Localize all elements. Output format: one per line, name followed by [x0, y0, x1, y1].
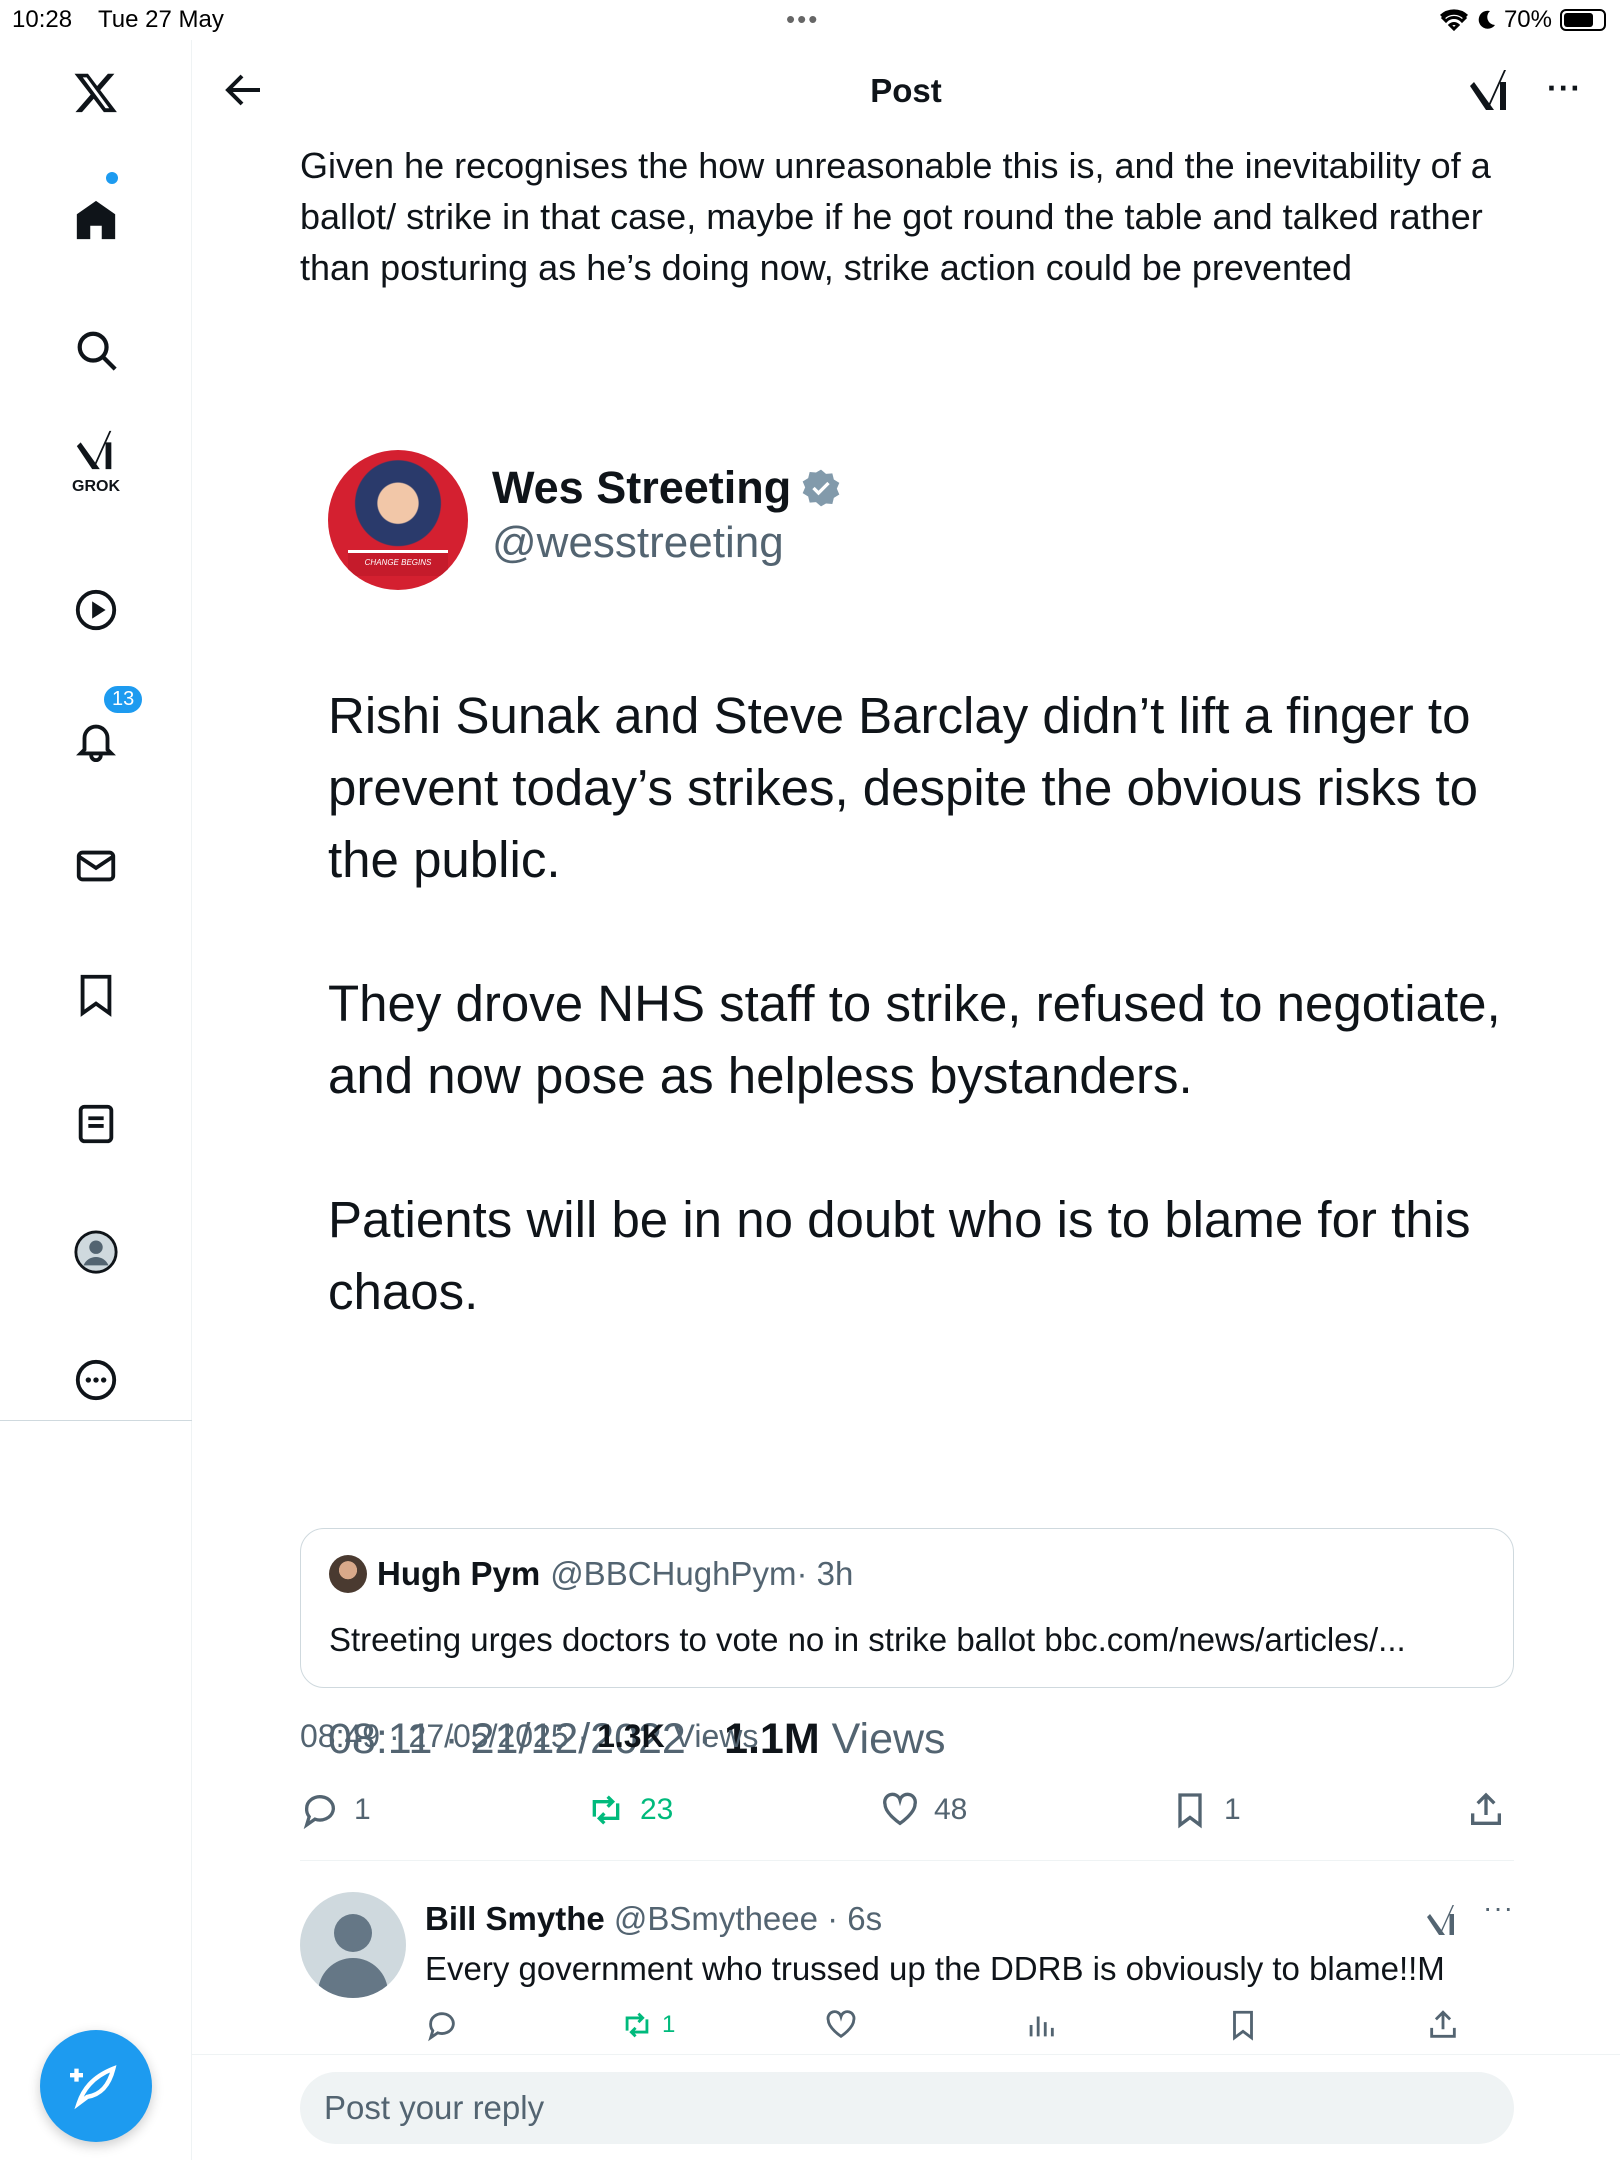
status-bar: 10:28 Tue 27 May ••• 70% [0, 0, 1620, 40]
reply-reply-button[interactable] [425, 2008, 459, 2042]
battery-percent: 70% [1503, 6, 1552, 33]
share-icon [1430, 2010, 1456, 2038]
podium-sign-text: CHANGE BEGINS [364, 558, 432, 567]
analytics-icon [1029, 2016, 1054, 2037]
embedded-avatar: CHANGE BEGINS [328, 450, 468, 590]
embedded-handle: @wesstreeting [492, 518, 784, 567]
composer-divider [192, 2054, 1620, 2055]
sidebar: GROK 13 [0, 40, 192, 2160]
lists-icon[interactable] [70, 1098, 122, 1150]
like-count: 48 [934, 1793, 968, 1826]
post-actions: 1 23 48 1 [300, 1790, 1514, 1850]
multitasking-dots-icon[interactable]: ••• [786, 4, 819, 35]
post-time: 08:49 · 27/05/2025 · [300, 1718, 598, 1754]
reply-input[interactable] [300, 2072, 1514, 2144]
bookmark-icon [1233, 2010, 1253, 2041]
embedded-paragraph: Patients will be in no doubt who is to b… [328, 1191, 1471, 1320]
reply-count: 1 [354, 1793, 371, 1826]
embedded-name-text: Wes Streeting [492, 462, 792, 513]
battery-icon [1560, 9, 1606, 31]
heart-icon [826, 2010, 856, 2039]
quoted-avatar [329, 1555, 367, 1593]
bookmark-count: 1 [1224, 1793, 1241, 1826]
video-icon[interactable] [70, 584, 122, 636]
home-icon[interactable] [70, 194, 122, 246]
reply-time: · 6s [817, 1900, 883, 1937]
divider [300, 1860, 1514, 1861]
sidebar-divider [0, 1420, 192, 1421]
notifications-badge: 13 [102, 684, 145, 715]
reply-avatar[interactable] [300, 1892, 406, 1998]
more-options-icon[interactable]: ··· [1547, 70, 1582, 107]
repost-icon [592, 1795, 620, 1825]
share-button[interactable] [1466, 1790, 1506, 1830]
reply-bubble-icon [303, 1795, 335, 1830]
page-title: Post [870, 72, 942, 109]
profile-avatar-icon[interactable] [70, 1226, 122, 1278]
reply-item[interactable]: Bill Smythe @BSmytheee · 6s ··· Every go… [300, 1880, 1514, 2050]
more-options-icon[interactable] [70, 1354, 122, 1406]
status-date: Tue 27 May [98, 6, 224, 33]
reply-bubble-icon [428, 2012, 455, 2042]
reply-header: Bill Smythe @BSmytheee · 6s [425, 1900, 882, 1938]
quoted-time: · 3h [796, 1555, 854, 1592]
reply-repost-button[interactable]: 1 [620, 2008, 675, 2042]
heart-icon [883, 1792, 917, 1826]
compose-feather-icon [70, 2065, 117, 2110]
status-indicators: 70% [1439, 6, 1606, 34]
like-button[interactable]: 48 [880, 1790, 967, 1830]
quoted-text: Streeting urges doctors to vote no in st… [329, 1621, 1406, 1658]
search-icon[interactable] [70, 324, 122, 376]
reply-like-button[interactable] [824, 2008, 858, 2042]
home-unread-dot [106, 172, 118, 184]
post-text: Given he recognises the how unreasonable… [300, 145, 1491, 288]
x-logo-icon[interactable] [70, 66, 122, 118]
notifications-bell-icon[interactable] [70, 714, 122, 766]
embedded-body: Rishi Sunak and Steve Barclay didn’t lif… [328, 680, 1508, 1400]
reply-views-button[interactable] [1024, 2008, 1058, 2042]
verified-badge-icon [802, 469, 840, 507]
embedded-paragraph: Rishi Sunak and Steve Barclay didn’t lif… [328, 687, 1478, 888]
repost-icon [625, 2012, 649, 2038]
post-views-label: Views [664, 1718, 759, 1754]
post-timestamp: 08:49 · 27/05/2025 · 1.3K Views [300, 1718, 758, 1755]
grok-icon[interactable] [70, 424, 122, 476]
reply-bookmark-button[interactable] [1226, 2008, 1260, 2042]
reply-text: Every government who trussed up the DDRB… [425, 1950, 1445, 1987]
grok-label: GROK [72, 478, 120, 495]
embedded-paragraph: They drove NHS staff to strike, refused … [328, 975, 1501, 1104]
bookmark-icon [1178, 1793, 1202, 1829]
wifi-icon [1439, 9, 1468, 31]
messages-envelope-icon[interactable] [70, 840, 122, 892]
bookmark-button[interactable]: 1 [1170, 1790, 1241, 1830]
grok-icon[interactable] [1424, 1900, 1460, 1940]
podium-sign: CHANGE BEGINS [348, 550, 448, 576]
reply-composer[interactable] [300, 2072, 1514, 2144]
embedded-display-name: Wes Streeting [492, 462, 841, 514]
compose-post-button[interactable] [40, 2030, 152, 2142]
quoted-post-header: Hugh Pym @BBCHughPym · 3h [329, 1555, 853, 1593]
quoted-handle: @BBCHughPym [550, 1555, 797, 1592]
quoted-name: Hugh Pym [377, 1555, 541, 1592]
grok-icon[interactable] [1466, 64, 1514, 116]
reply-more-icon[interactable]: ··· [1483, 1892, 1514, 1924]
moon-icon [1478, 10, 1495, 29]
quoted-post-card[interactable]: Hugh Pym @BBCHughPym · 3h Streeting urge… [300, 1528, 1514, 1688]
post-header: Post ··· [192, 40, 1620, 140]
bookmarks-icon[interactable] [70, 968, 122, 1020]
embedded-views-label: Views [819, 1715, 946, 1763]
reply-button[interactable]: 1 [300, 1790, 371, 1830]
status-time: 10:28 [12, 6, 73, 33]
reply-name[interactable]: Bill Smythe [425, 1900, 605, 1937]
reply-repost-count: 1 [662, 2011, 676, 2038]
repost-count: 23 [640, 1793, 674, 1826]
reply-share-button[interactable] [1426, 2008, 1460, 2042]
repost-button[interactable]: 23 [586, 1790, 673, 1830]
share-icon [1471, 1792, 1501, 1825]
reply-handle: @BSmytheee [613, 1900, 818, 1937]
post-views-count: 1.3K [597, 1718, 665, 1754]
